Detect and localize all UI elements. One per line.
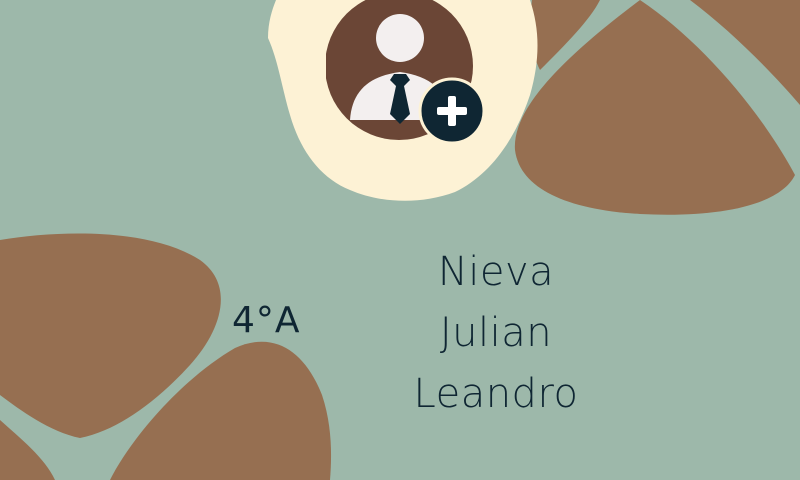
plus-circle-icon: [418, 77, 486, 145]
add-student-avatar-button[interactable]: [326, 0, 490, 150]
grade-label: 4°A: [232, 300, 301, 341]
blob-bottom-left-2: [0, 420, 55, 480]
student-name: Nieva Julian Leandro: [380, 242, 612, 425]
student-middle-name: Leandro: [413, 371, 579, 417]
student-first-name: Julian: [439, 310, 553, 356]
student-last-name: Nieva: [437, 249, 555, 295]
